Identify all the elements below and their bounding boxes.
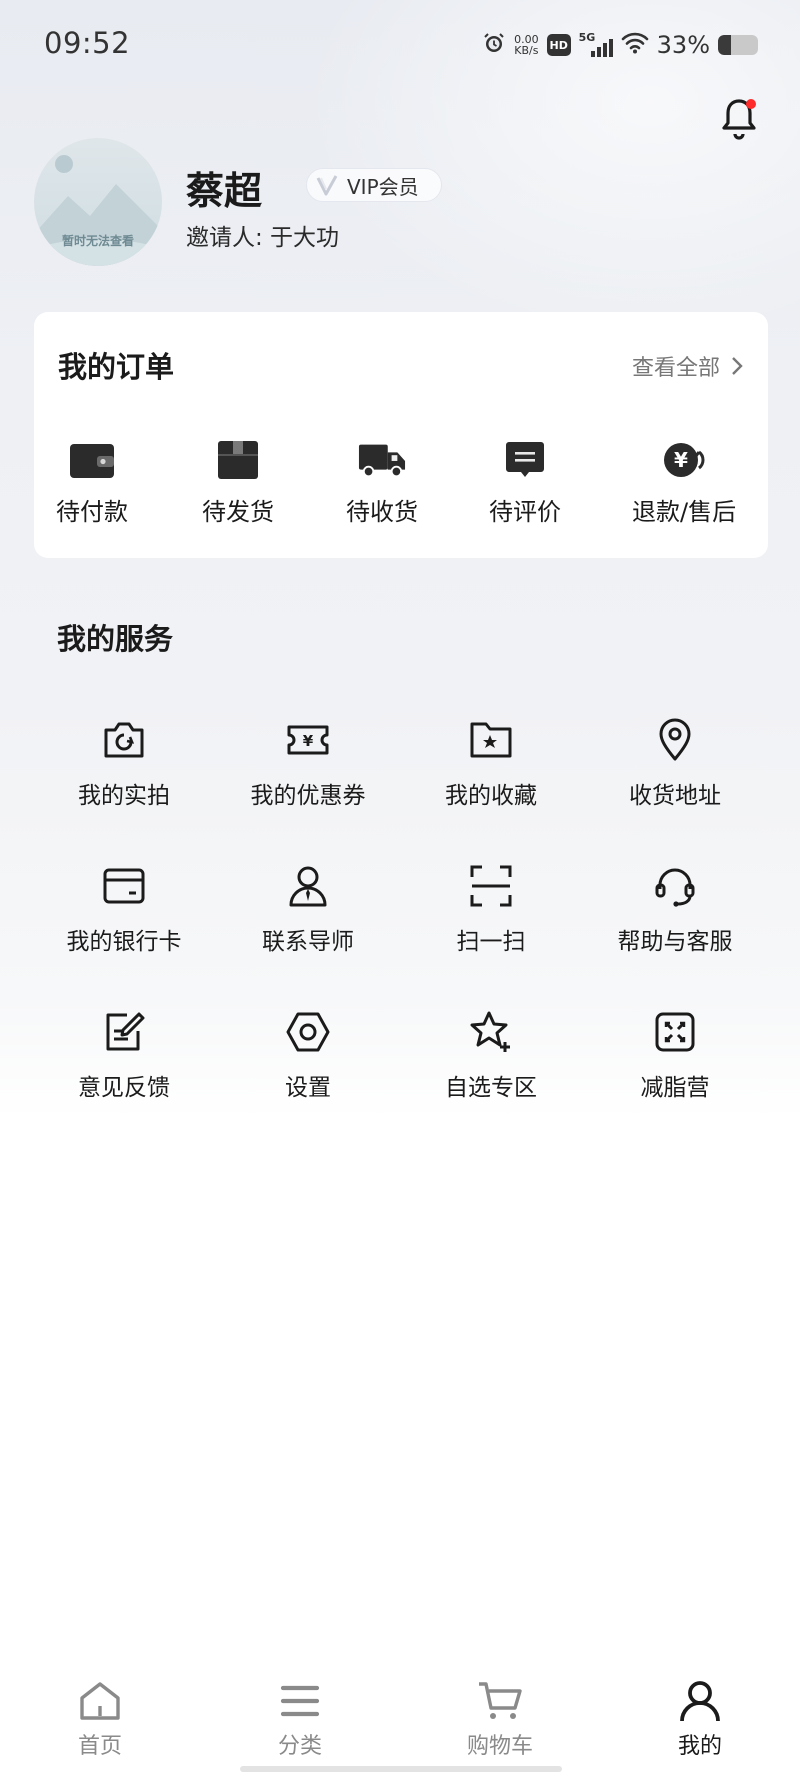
status-bar: 09:52 0.00 KB/s HD 5G 33% bbox=[0, 0, 800, 90]
service-settings[interactable]: 设置 bbox=[216, 1010, 400, 1102]
service-selected-zone[interactable]: 自选专区 bbox=[399, 1010, 583, 1102]
camera-icon bbox=[102, 718, 146, 762]
status-time: 09:52 bbox=[44, 26, 131, 60]
profile-icon bbox=[680, 1681, 720, 1722]
notification-bell-button[interactable] bbox=[718, 96, 760, 142]
vip-label: VIP会员 bbox=[347, 174, 419, 199]
cart-icon bbox=[479, 1682, 522, 1719]
cellular-signal-icon: 5G bbox=[578, 31, 613, 57]
notification-dot bbox=[746, 99, 756, 109]
avatar-caption: 暂时无法查看 bbox=[61, 234, 134, 248]
favorites-folder-icon bbox=[469, 718, 513, 762]
service-label: 设置 bbox=[285, 1075, 331, 1101]
inviter-text: 邀请人: 于大功 bbox=[186, 225, 340, 251]
truck-icon bbox=[358, 440, 406, 480]
service-my-photos[interactable]: 我的实拍 bbox=[32, 718, 216, 810]
vip-badge[interactable]: VIP会员 bbox=[306, 168, 442, 202]
mentor-icon bbox=[286, 864, 330, 908]
service-fat-loss-camp[interactable]: 减脂营 bbox=[583, 1010, 767, 1102]
order-pending-receipt[interactable]: 待收货 bbox=[346, 440, 418, 527]
service-label: 扫一扫 bbox=[456, 929, 526, 955]
tab-label: 我的 bbox=[677, 1734, 722, 1759]
order-pending-shipment[interactable]: 待发货 bbox=[202, 440, 274, 527]
star-plus-icon bbox=[469, 1010, 513, 1054]
service-label: 意见反馈 bbox=[78, 1075, 170, 1101]
home-icon bbox=[80, 1682, 120, 1720]
network-speed: 0.00 KB/s bbox=[514, 34, 539, 56]
chevron-right-icon bbox=[732, 357, 743, 375]
wifi-icon bbox=[621, 32, 649, 58]
fat-loss-icon bbox=[653, 1010, 697, 1054]
signal-type-label: 5G bbox=[578, 31, 596, 44]
service-label: 联系导师 bbox=[262, 929, 354, 955]
comment-icon bbox=[501, 440, 549, 480]
tab-mine[interactable]: 我的 bbox=[640, 1680, 760, 1760]
tab-home[interactable]: 首页 bbox=[40, 1680, 160, 1760]
service-my-favorites[interactable]: 我的收藏 bbox=[399, 718, 583, 810]
order-item-label: 待评价 bbox=[489, 498, 561, 526]
order-item-label: 待付款 bbox=[56, 498, 128, 526]
wallet-icon bbox=[68, 440, 116, 480]
order-item-label: 退款/售后 bbox=[632, 498, 737, 526]
alarm-icon bbox=[482, 31, 506, 59]
service-help-support[interactable]: 帮助与客服 bbox=[583, 864, 767, 956]
service-label: 我的收藏 bbox=[445, 783, 537, 809]
services-title: 我的服务 bbox=[57, 622, 174, 656]
service-label: 我的优惠券 bbox=[250, 783, 366, 809]
service-my-coupons[interactable]: ¥ 我的优惠券 bbox=[216, 718, 400, 810]
order-item-label: 待发货 bbox=[202, 498, 274, 526]
headset-icon bbox=[653, 864, 697, 908]
tab-cart[interactable]: 购物车 bbox=[440, 1680, 560, 1760]
vip-check-icon bbox=[316, 175, 338, 196]
package-icon bbox=[214, 440, 262, 480]
coupon-icon: ¥ bbox=[286, 718, 330, 762]
menu-icon bbox=[280, 1685, 320, 1717]
battery-icon bbox=[718, 35, 758, 55]
tab-label: 首页 bbox=[77, 1734, 122, 1759]
network-speed-unit: KB/s bbox=[514, 44, 539, 57]
status-indicators: 0.00 KB/s HD 5G 33% bbox=[482, 28, 758, 62]
battery-fill bbox=[718, 35, 732, 55]
bank-card-icon bbox=[102, 864, 146, 908]
order-refund-aftersales[interactable]: ¥ 退款/售后 bbox=[632, 440, 736, 527]
tab-label: 购物车 bbox=[466, 1734, 533, 1759]
order-item-label: 待收货 bbox=[346, 498, 418, 526]
order-pending-payment[interactable]: 待付款 bbox=[56, 440, 128, 527]
service-label: 减脂营 bbox=[640, 1075, 710, 1101]
service-label: 收货地址 bbox=[629, 783, 721, 809]
orders-card: 我的订单 查看全部 待付款 待发货 待收货 待评价 ¥ 退款/售后 bbox=[34, 312, 768, 558]
view-all-label: 查看全部 bbox=[631, 356, 720, 381]
tab-category[interactable]: 分类 bbox=[240, 1680, 360, 1760]
bell-icon bbox=[722, 99, 756, 140]
avatar[interactable]: 暂时无法查看 bbox=[34, 138, 162, 266]
service-label: 帮助与客服 bbox=[617, 929, 733, 955]
settings-icon bbox=[286, 1010, 330, 1054]
service-feedback[interactable]: 意见反馈 bbox=[32, 1010, 216, 1102]
orders-title: 我的订单 bbox=[58, 350, 175, 384]
svg-text:¥: ¥ bbox=[674, 448, 688, 472]
scan-icon bbox=[469, 864, 513, 908]
service-shipping-address[interactable]: 收货地址 bbox=[583, 718, 767, 810]
service-scan[interactable]: 扫一扫 bbox=[399, 864, 583, 956]
refund-icon: ¥ bbox=[660, 440, 708, 480]
service-label: 我的实拍 bbox=[78, 783, 170, 809]
view-all-orders-link[interactable]: 查看全部 bbox=[632, 350, 744, 382]
order-pending-review[interactable]: 待评价 bbox=[489, 440, 561, 527]
svg-text:¥: ¥ bbox=[303, 732, 314, 750]
service-label: 自选专区 bbox=[445, 1075, 537, 1101]
tab-label: 分类 bbox=[277, 1734, 322, 1759]
service-contact-mentor[interactable]: 联系导师 bbox=[216, 864, 400, 956]
location-pin-icon bbox=[653, 718, 697, 762]
bottom-nav: 首页 分类 购物车 我的 bbox=[0, 1652, 800, 1778]
hd-icon: HD bbox=[546, 34, 571, 56]
service-label: 我的银行卡 bbox=[66, 929, 182, 955]
home-indicator bbox=[240, 1766, 562, 1772]
battery-percent: 33% bbox=[656, 31, 710, 59]
service-bank-card[interactable]: 我的银行卡 bbox=[32, 864, 216, 956]
user-name: 蔡超 bbox=[186, 169, 263, 213]
feedback-icon bbox=[102, 1010, 146, 1054]
